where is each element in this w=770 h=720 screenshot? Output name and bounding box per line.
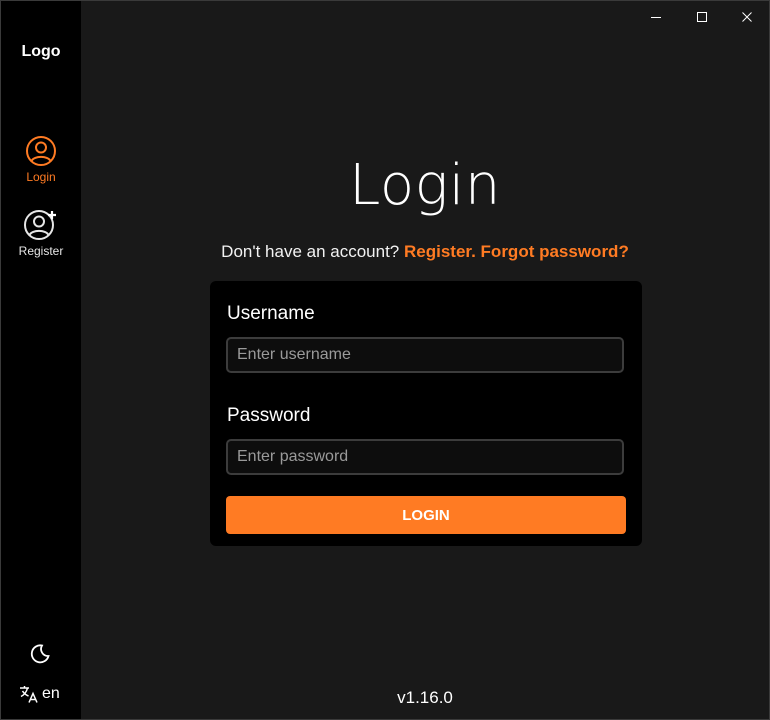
- user-circle-icon: [26, 136, 56, 166]
- version-label: v1.16.0: [397, 688, 453, 707]
- sidebar-item-login[interactable]: Login: [1, 135, 81, 184]
- sidebar: Logo Login Register en: [1, 1, 81, 719]
- page-title: Login: [349, 153, 501, 218]
- moon-icon: [30, 644, 50, 664]
- close-icon: [742, 12, 752, 22]
- maximize-button[interactable]: [679, 1, 725, 33]
- password-input[interactable]: [226, 439, 624, 475]
- login-button[interactable]: LOGIN: [226, 496, 626, 534]
- sidebar-item-label: Register: [18, 244, 64, 258]
- password-label: Password: [227, 405, 311, 426]
- sidebar-item-register[interactable]: Register: [1, 209, 81, 258]
- app-logo: Logo: [21, 43, 61, 60]
- username-label: Username: [227, 303, 315, 324]
- close-button[interactable]: [724, 1, 770, 33]
- forgot-password-link[interactable]: Forgot password?: [481, 242, 629, 261]
- account-prompt-text: Don't have an account?: [221, 242, 400, 261]
- minimize-icon: [651, 17, 661, 18]
- sidebar-item-label: Login: [26, 170, 56, 184]
- translate-icon: [20, 686, 38, 703]
- login-form: Username Password LOGIN: [210, 281, 642, 546]
- language-code: en: [42, 685, 60, 702]
- app-window: Logo Login Register en Login Don't have …: [0, 0, 770, 720]
- maximize-icon: [697, 12, 707, 22]
- language-selector[interactable]: en: [19, 684, 60, 704]
- username-input[interactable]: [226, 337, 624, 373]
- user-add-icon: [24, 210, 56, 240]
- minimize-button[interactable]: [633, 1, 679, 33]
- theme-toggle-button[interactable]: [29, 643, 53, 665]
- account-prompt: Don't have an account? Register. Forgot …: [81, 242, 769, 262]
- register-link[interactable]: Register.: [404, 242, 476, 261]
